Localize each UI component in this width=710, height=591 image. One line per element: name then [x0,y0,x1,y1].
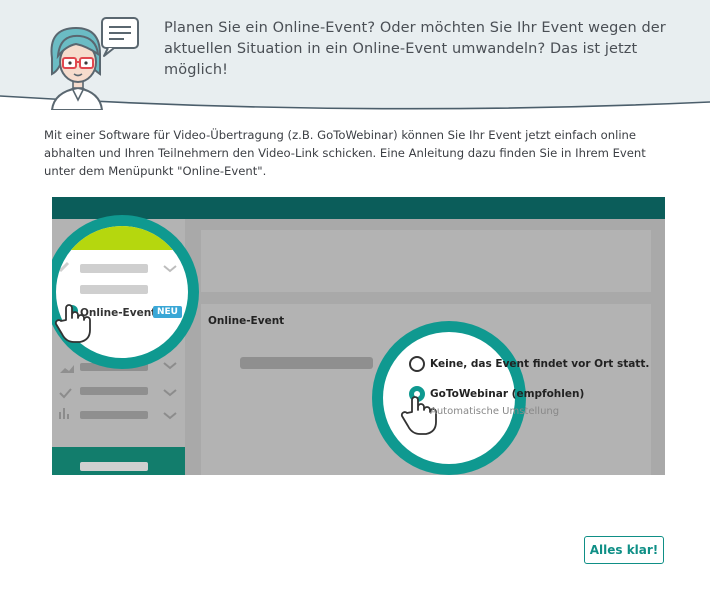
panel-title: Online-Event [208,315,285,327]
intro-paragraph: Mit einer Software für Video-Übertragung… [44,128,646,178]
new-badge: NEU [153,306,182,318]
option-on-site: Keine, das Event findet vor Ort statt. [430,358,650,370]
option-gotowebinar: GoToWebinar (empfohlen) [430,388,585,400]
tutorial-illustration: Online-Event NEU Online-Event Keine, das… [52,197,665,475]
confirm-button[interactable]: Alles klar! [584,536,664,564]
menu-item-online-event: Online-Event [80,307,157,319]
option-gotowebinar-subtext: Automatische Umstellung [430,406,560,417]
assistant-avatar-icon [50,17,139,110]
banner-message: Planen Sie ein Online-Event? Oder möchte… [164,20,666,78]
info-banner: Planen Sie ein Online-Event? Oder möchte… [0,0,710,118]
illustration-graphic [52,197,665,475]
